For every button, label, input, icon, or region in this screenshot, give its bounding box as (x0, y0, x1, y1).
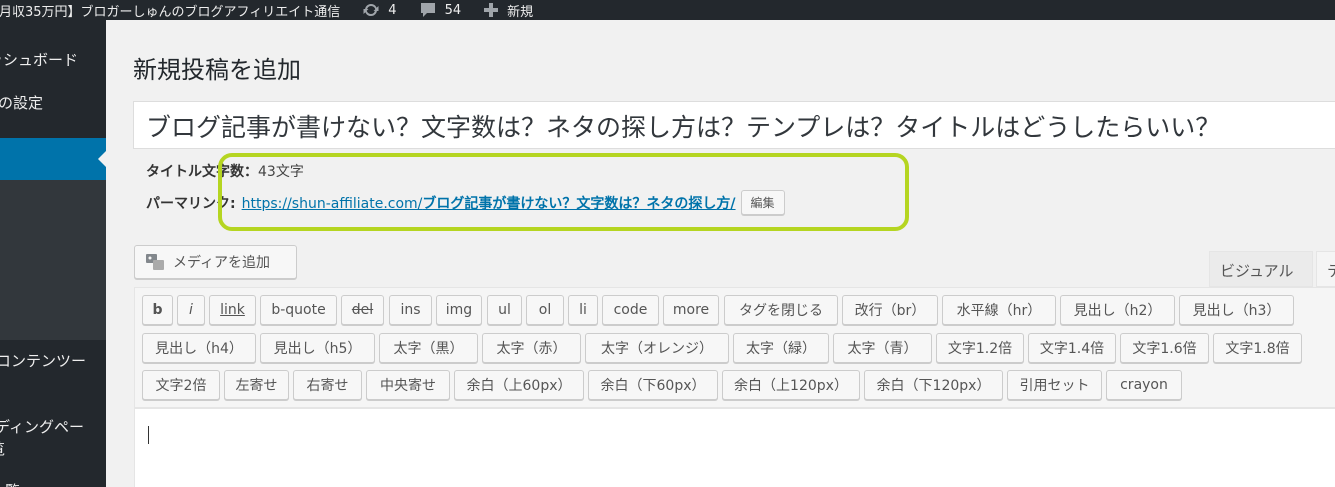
sidebar-item-label: 覧 (0, 440, 5, 458)
qt-button-bold-blue[interactable]: 太字（青） (833, 333, 932, 363)
add-media-label: メディアを追加 (173, 255, 271, 271)
comment-icon (420, 3, 435, 17)
text-caret (148, 426, 149, 444)
content-textarea[interactable] (134, 408, 1335, 487)
qt-button-text-1-6[interactable]: 文字1.6倍 (1120, 333, 1209, 363)
qt-button-crayon[interactable]: crayon (1106, 370, 1182, 400)
updates-link[interactable]: 4 (362, 2, 397, 18)
qt-button-h2[interactable]: 見出し（h2） (1060, 295, 1175, 325)
qt-button-img[interactable]: img (436, 295, 482, 325)
sidebar-item-posts[interactable] (0, 138, 106, 180)
permalink-link[interactable]: https://shun-affiliate.com/ブログ記事が書けない？文字… (242, 193, 736, 213)
qt-button-ins[interactable]: ins (389, 295, 432, 325)
qt-button-bquote[interactable]: b-quote (260, 295, 337, 325)
edit-slug-button[interactable]: 編集 (740, 190, 785, 215)
qt-button-ul[interactable]: ul (487, 295, 522, 325)
site-name-link[interactable]: 【月収35万円】ブロガーしゅんのブログアフィリエイト通信 (0, 1, 340, 20)
plus-icon (484, 3, 499, 17)
permalink-row: パーマリンク: https://shun-affiliate.com/ブログ記事… (146, 190, 785, 215)
qt-button-li[interactable]: li (568, 295, 598, 325)
sidebar-item-label: ディングペー (0, 418, 84, 436)
sidebar-item-list[interactable]: 覧 (0, 438, 96, 460)
qt-button-align-right[interactable]: 右寄せ (293, 370, 362, 400)
qt-button-hr[interactable]: 水平線（hr） (942, 295, 1056, 325)
qt-button-code[interactable]: code (602, 295, 659, 325)
title-count-label: タイトル文字数： (146, 164, 258, 180)
page-title: 新規投稿を追加 (133, 56, 301, 84)
post-title-input[interactable]: ブログ記事が書けない？文字数は？ネタの探し方は？テンプレは？タイトルはどうしたら… (133, 101, 1335, 149)
sidebar-item-dashboard[interactable]: ッシュボード (0, 49, 94, 71)
qt-button-quote-set[interactable]: 引用セット (1007, 370, 1102, 400)
qt-button-margin-top-120[interactable]: 余白（上120px） (722, 370, 860, 400)
qt-button-text-1-2[interactable]: 文字1.2倍 (936, 333, 1024, 363)
sidebar-item-label: の設定 (0, 94, 44, 112)
tab-visual[interactable]: ビジュアル (1209, 251, 1313, 287)
qt-button-close-tags[interactable]: タグを閉じる (724, 295, 838, 325)
qt-button-margin-bottom-60[interactable]: 余白（下60px） (588, 370, 718, 400)
sidebar-item-label: 一覧 (0, 482, 20, 487)
submenu-background (0, 180, 106, 340)
qt-button-bold-orange[interactable]: 太字（オレンジ） (585, 333, 729, 363)
qt-button-text-1-8[interactable]: 文字1.8倍 (1213, 333, 1302, 363)
qt-button-align-left[interactable]: 左寄せ (224, 370, 289, 400)
new-content-link[interactable]: 新規 (483, 1, 533, 20)
qt-button-text-2x[interactable]: 文字2倍 (142, 370, 220, 400)
qt-button-link[interactable]: link (209, 295, 256, 325)
title-count-value: 43文字 (258, 164, 304, 180)
permalink-label: パーマリンク: (146, 195, 236, 212)
permalink-base: https://shun-affiliate.com/ (241, 195, 423, 212)
comments-link[interactable]: 54 (419, 2, 462, 18)
admin-bar: 【月収35万円】ブロガーしゅんのブログアフィリエイト通信 4 54 新規 (0, 0, 1335, 20)
qt-button-align-center[interactable]: 中央寄せ (366, 370, 450, 400)
admin-sidebar: ッシュボード の設定 コンテンツー ディングペー 覧 一覧 (0, 20, 106, 487)
qt-button-bold-green[interactable]: 太字（緑） (733, 333, 829, 363)
qt-button-bold-black[interactable]: 太字（黒） (379, 333, 478, 363)
new-label: 新規 (507, 4, 534, 20)
qt-button-del[interactable]: del (341, 295, 384, 325)
sidebar-item-content[interactable]: コンテンツー (0, 350, 102, 372)
quicktags-toolbar: b i link b-quote del ins img ul ol li co… (134, 287, 1335, 408)
qt-button-bold-red[interactable]: 太字（赤） (482, 333, 581, 363)
comments-count: 54 (444, 2, 462, 18)
qt-button-h3[interactable]: 見出し（h3） (1179, 295, 1294, 325)
sidebar-item-list2[interactable]: 一覧 (0, 480, 96, 487)
title-character-count: タイトル文字数：43文字 (146, 161, 304, 181)
sidebar-item-label: コンテンツー (0, 352, 87, 370)
qt-button-margin-top-60[interactable]: 余白（上60px） (454, 370, 584, 400)
add-media-button[interactable]: メディアを追加 (134, 245, 297, 279)
updates-icon (363, 3, 379, 17)
sidebar-item-settings[interactable]: の設定 (0, 92, 104, 114)
qt-button-b[interactable]: b (142, 295, 173, 325)
qt-button-br[interactable]: 改行（br） (842, 295, 938, 325)
qt-button-more[interactable]: more (663, 295, 719, 325)
qt-button-i[interactable]: i (177, 295, 205, 325)
tab-text[interactable]: テ (1316, 251, 1335, 287)
qt-button-margin-bottom-120[interactable]: 余白（下120px） (864, 370, 1003, 400)
sidebar-item-landing[interactable]: ディングペー (0, 416, 101, 438)
media-icon (146, 254, 164, 270)
permalink-slug: ブログ記事が書けない？文字数は？ネタの探し方/ (422, 195, 736, 212)
qt-button-h5[interactable]: 見出し（h5） (260, 333, 375, 363)
qt-button-text-1-4[interactable]: 文字1.4倍 (1028, 333, 1116, 363)
sidebar-item-label: ッシュボード (0, 51, 79, 69)
qt-button-h4[interactable]: 見出し（h4） (142, 333, 256, 363)
updates-count: 4 (388, 2, 397, 18)
qt-button-ol[interactable]: ol (526, 295, 564, 325)
